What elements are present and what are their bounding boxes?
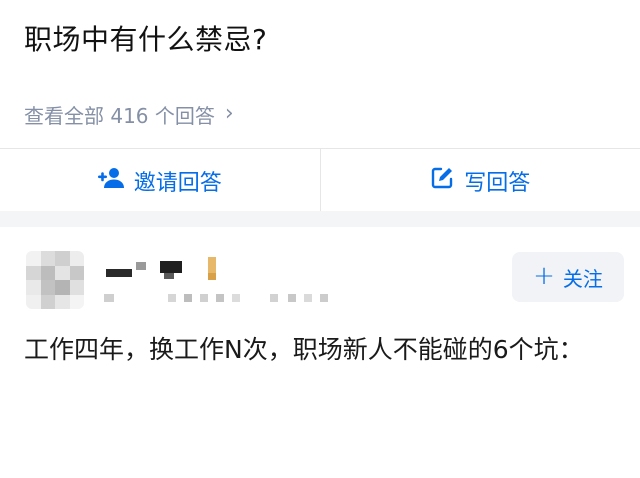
- edit-icon: [430, 166, 454, 196]
- view-all-answers-link[interactable]: 查看全部 416 个回答 ›: [24, 100, 234, 129]
- write-answer-button[interactable]: 写回答: [321, 149, 640, 212]
- author-meta-redacted: [104, 289, 334, 302]
- author-row: + 关注: [0, 227, 640, 317]
- question-title[interactable]: 职场中有什么禁忌?: [24, 18, 267, 58]
- chevron-right-icon: ›: [224, 100, 234, 126]
- write-answer-label: 写回答: [464, 170, 531, 196]
- section-separator: [0, 211, 640, 227]
- add-user-icon: [97, 167, 124, 195]
- avatar[interactable]: [26, 251, 84, 309]
- author-name-redacted[interactable]: [104, 255, 228, 281]
- answer-excerpt[interactable]: 工作四年，换工作N次，职场新人不能碰的6个坑：: [24, 330, 604, 369]
- invite-answer-label: 邀请回答: [133, 170, 222, 196]
- view-all-answers-label: 查看全部 416 个回答: [24, 104, 215, 128]
- follow-button[interactable]: + 关注: [512, 252, 624, 302]
- invite-answer-button[interactable]: 邀请回答: [0, 149, 320, 212]
- plus-icon: +: [533, 261, 555, 291]
- answer-action-bar: 邀请回答 写回答: [0, 148, 640, 212]
- follow-label: 关注: [562, 266, 603, 291]
